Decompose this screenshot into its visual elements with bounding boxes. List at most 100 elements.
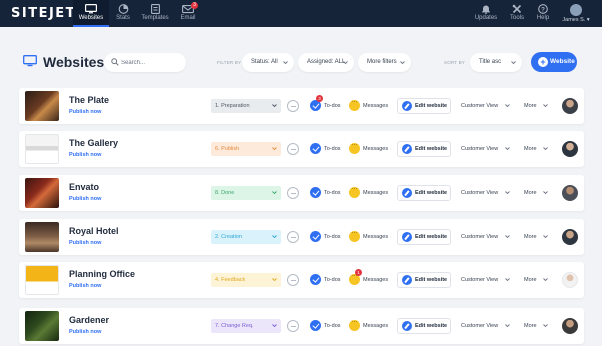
customer-view-dropdown[interactable]: Customer View [461, 323, 498, 329]
website-thumbnail[interactable] [25, 178, 59, 208]
nav-updates[interactable]: Updates [474, 0, 498, 27]
user-menu[interactable]: James S. ▾ [560, 0, 592, 27]
todos-label[interactable]: To-dos [324, 190, 341, 196]
todo-icon[interactable] [310, 231, 321, 242]
publish-link[interactable]: Publish now [69, 240, 101, 246]
website-thumbnail[interactable] [25, 265, 59, 295]
website-thumbnail[interactable] [25, 91, 59, 121]
customer-view-dropdown[interactable]: Customer View [461, 103, 498, 109]
website-name[interactable]: Planning Office [69, 269, 135, 279]
messages-label[interactable]: Messages [363, 103, 388, 109]
messages-label[interactable]: Messages [363, 277, 388, 283]
website-thumbnail[interactable] [25, 222, 59, 252]
todos-label[interactable]: To-dos [324, 277, 341, 283]
nav-tools[interactable]: Tools [506, 0, 528, 27]
search-box[interactable] [104, 53, 186, 72]
todo-icon[interactable] [310, 320, 321, 331]
nav-email-label: Email [180, 15, 196, 21]
sort-dropdown[interactable]: Title asc [470, 53, 522, 72]
publish-link[interactable]: Publish now [69, 109, 101, 115]
messages-label[interactable]: Messages [363, 190, 388, 196]
assignee-avatar[interactable] [562, 141, 578, 157]
message-icon[interactable] [349, 140, 360, 154]
customer-view-dropdown[interactable]: Customer View [461, 146, 498, 152]
nav-templates[interactable]: Templates [138, 0, 172, 27]
website-row[interactable]: Envato Publish now 8. Done To-dos Messag… [19, 175, 584, 211]
website-row[interactable]: The Gallery Publish now 6. Publish To-do… [19, 131, 584, 167]
todo-icon[interactable] [310, 143, 321, 154]
edit-website-button[interactable]: Edit website [397, 272, 451, 288]
nav-email[interactable]: Email 3 [175, 0, 201, 27]
website-name[interactable]: Gardener [69, 315, 109, 325]
remove-button[interactable] [287, 100, 299, 112]
more-dropdown[interactable]: More [524, 190, 537, 196]
chevron-down-icon [272, 191, 277, 194]
customer-view-dropdown[interactable]: Customer View [461, 190, 498, 196]
remove-button[interactable] [287, 187, 299, 199]
edit-website-button[interactable]: Edit website [397, 185, 451, 201]
nav-stats[interactable]: Stats [111, 0, 135, 27]
assignee-avatar[interactable] [562, 318, 578, 334]
website-row[interactable]: Royal Hotel Publish now 2. Creation To-d… [19, 219, 584, 255]
assigned-filter-dropdown[interactable]: Assigned: ALL [298, 53, 354, 72]
message-icon[interactable] [349, 184, 360, 198]
status-dropdown[interactable]: 6. Publish [211, 142, 281, 156]
website-name[interactable]: Envato [69, 182, 99, 192]
message-icon[interactable] [349, 228, 360, 242]
edit-website-button[interactable]: Edit website [397, 98, 451, 114]
search-input[interactable] [121, 56, 181, 69]
publish-link[interactable]: Publish now [69, 283, 101, 289]
customer-view-dropdown[interactable]: Customer View [461, 277, 498, 283]
remove-button[interactable] [287, 274, 299, 286]
messages-label[interactable]: Messages [363, 146, 388, 152]
publish-link[interactable]: Publish now [69, 329, 101, 335]
publish-link[interactable]: Publish now [69, 152, 101, 158]
todos-label[interactable]: To-dos [324, 234, 341, 240]
todo-icon[interactable] [310, 187, 321, 198]
website-name[interactable]: The Gallery [69, 138, 118, 148]
status-dropdown[interactable]: 4. Feedback [211, 273, 281, 287]
more-dropdown[interactable]: More [524, 103, 537, 109]
nav-help[interactable]: ? Help [533, 0, 553, 27]
add-website-button[interactable]: + Website [531, 52, 577, 72]
more-dropdown[interactable]: More [524, 277, 537, 283]
todos-label[interactable]: To-dos [324, 146, 341, 152]
message-icon[interactable] [349, 317, 360, 331]
website-thumbnail[interactable] [25, 311, 59, 341]
assignee-avatar[interactable] [562, 185, 578, 201]
status-filter-dropdown[interactable]: Status: All [242, 53, 294, 72]
more-filters-dropdown[interactable]: More filters [358, 53, 411, 72]
status-dropdown[interactable]: 8. Done [211, 186, 281, 200]
edit-website-button[interactable]: Edit website [397, 318, 451, 334]
remove-button[interactable] [287, 231, 299, 243]
todos-label[interactable]: To-dos [324, 103, 341, 109]
customer-view-dropdown[interactable]: Customer View [461, 234, 498, 240]
messages-label[interactable]: Messages [363, 234, 388, 240]
more-dropdown[interactable]: More [524, 323, 537, 329]
edit-website-button[interactable]: Edit website [397, 229, 451, 245]
status-dropdown[interactable]: 7. Change Req. [211, 319, 281, 333]
assignee-avatar[interactable] [562, 272, 578, 288]
website-thumbnail[interactable] [25, 134, 59, 164]
remove-button[interactable] [287, 143, 299, 155]
website-row[interactable]: Planning Office Publish now 4. Feedback … [19, 262, 584, 298]
todo-icon[interactable] [310, 274, 321, 285]
publish-link[interactable]: Publish now [69, 196, 101, 202]
website-row[interactable]: Gardener Publish now 7. Change Req. To-d… [19, 308, 584, 344]
edit-website-button[interactable]: Edit website [397, 141, 451, 157]
message-icon[interactable] [349, 97, 360, 111]
status-dropdown[interactable]: 1. Preparation [211, 99, 281, 113]
more-dropdown[interactable]: More [524, 146, 537, 152]
website-name[interactable]: Royal Hotel [69, 226, 119, 236]
sitejet-logo[interactable]: SITEJET [11, 6, 76, 21]
more-dropdown[interactable]: More [524, 234, 537, 240]
website-name[interactable]: The Plate [69, 95, 109, 105]
status-dropdown[interactable]: 2. Creation [211, 230, 281, 244]
messages-label[interactable]: Messages [363, 323, 388, 329]
assignee-avatar[interactable] [562, 229, 578, 245]
nav-websites[interactable]: Websites [73, 0, 109, 27]
assignee-avatar[interactable] [562, 98, 578, 114]
todos-label[interactable]: To-dos [324, 323, 341, 329]
remove-button[interactable] [287, 320, 299, 332]
website-row[interactable]: The Plate Publish now 1. Preparation 3 T… [19, 88, 584, 124]
